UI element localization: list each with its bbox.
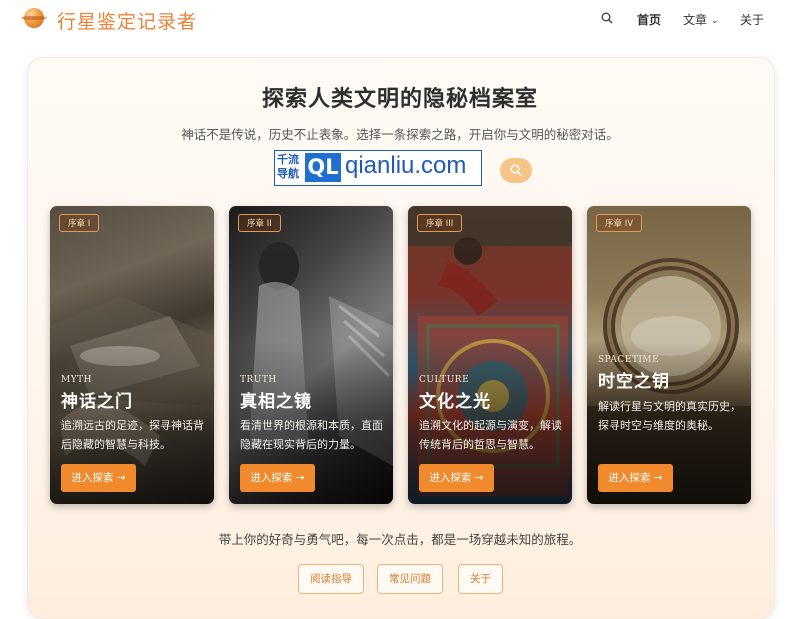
- ad-cn-text: 千流 导航: [277, 153, 299, 180]
- card-desc: 看清世界的根源和本质，直面隐藏在现实背后的力量。: [240, 419, 383, 451]
- chapter-badge: 序章 III: [417, 214, 463, 232]
- site-title[interactable]: 行星鉴定记录者: [57, 7, 197, 34]
- nav-about[interactable]: 关于: [740, 11, 764, 28]
- card-culture[interactable]: 序章 III CULTURE 文化之光 追溯文化的起源与演变，解读传统背后的哲思…: [408, 206, 572, 504]
- page-title: 探索人类文明的隐秘档案室: [261, 87, 538, 112]
- chevron-down-icon: ⌄: [711, 16, 719, 26]
- enter-explore-button[interactable]: 进入探索 →: [61, 464, 136, 492]
- card-en-label: SPACETIME: [598, 355, 660, 365]
- search-icon[interactable]: [601, 12, 613, 24]
- chapter-badge: 序章 II: [238, 214, 281, 232]
- about-button[interactable]: 关于: [458, 564, 503, 594]
- chapter-badge: 序章 IV: [596, 214, 643, 232]
- card-myth[interactable]: 序章 I MYTH 神话之门 追溯远古的足迹，探寻神话背后隐藏的智慧与科技。 进…: [50, 206, 214, 504]
- card-title: 神话之门: [61, 392, 133, 412]
- enter-explore-button[interactable]: 进入探索 →: [598, 464, 673, 492]
- card-title: 时空之钥: [598, 372, 670, 392]
- chapter-badge: 序章 I: [59, 214, 100, 232]
- top-header: 行星鉴定记录者 首页 文章 ⌄ 关于: [0, 0, 800, 40]
- footer-tagline: 带上你的好奇与勇气吧，每一次点击，都是一场穿越未知的旅程。: [218, 532, 582, 547]
- page-subtitle: 神话不是传说，历史不止表象。选择一条探索之路，开启你与文明的秘密对话。: [181, 127, 619, 142]
- card-en-label: CULTURE: [419, 375, 470, 385]
- search-icon: [510, 164, 522, 176]
- card-spacetime[interactable]: 序章 IV SPACETIME 时空之钥 解读行星与文明的真实历史，探寻时空与维…: [587, 206, 751, 504]
- card-truth[interactable]: 序章 II TRUTH 真相之镜 看清世界的根源和本质，直面隐藏在现实背后的力量…: [229, 206, 393, 504]
- ad-ql-badge: QL: [305, 153, 341, 182]
- faq-button[interactable]: 常见问题: [377, 564, 443, 594]
- planet-logo-icon[interactable]: [21, 8, 47, 28]
- search-button[interactable]: [500, 158, 532, 183]
- enter-explore-button[interactable]: 进入探索 →: [240, 464, 315, 492]
- card-desc: 追溯远古的足迹，探寻神话背后隐藏的智慧与科技。: [61, 419, 204, 451]
- enter-explore-button[interactable]: 进入探索 →: [419, 464, 494, 492]
- nav-articles-label: 文章: [683, 13, 708, 27]
- card-en-label: MYTH: [61, 375, 93, 385]
- card-desc: 追溯文化的起源与演变，解读传统背后的哲思与智慧。: [419, 419, 562, 451]
- nav-articles[interactable]: 文章 ⌄: [683, 11, 719, 28]
- card-title: 文化之光: [419, 392, 491, 412]
- nav-home[interactable]: 首页: [637, 11, 661, 28]
- card-en-label: TRUTH: [240, 375, 277, 385]
- card-title: 真相之镜: [240, 392, 312, 412]
- ad-domain: qianliu.com: [345, 152, 467, 179]
- reading-guide-button[interactable]: 阅读指导: [298, 564, 364, 594]
- card-desc: 解读行星与文明的真实历史，探寻时空与维度的奥秘。: [598, 400, 741, 432]
- ad-banner[interactable]: 千流 导航 QL qianliu.com: [274, 150, 482, 186]
